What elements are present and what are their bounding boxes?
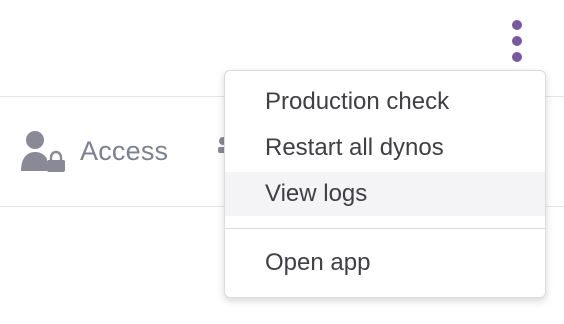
nav-item-access[interactable]: Access (18, 129, 168, 173)
user-lock-icon (21, 131, 65, 172)
more-options-dropdown: Production check Restart all dynos View … (224, 70, 546, 298)
menu-item-open-app[interactable]: Open app (225, 241, 545, 285)
nav-item-access-label: Access (80, 135, 169, 166)
menu-item-production-check[interactable]: Production check (225, 80, 545, 124)
vertical-ellipsis-icon (512, 20, 522, 30)
vertical-ellipsis-icon (512, 36, 522, 46)
menu-item-restart-all-dynos[interactable]: Restart all dynos (225, 126, 545, 170)
menu-divider (225, 228, 545, 229)
more-options-button[interactable] (506, 16, 528, 66)
menu-item-view-logs[interactable]: View logs (225, 172, 545, 216)
app-page: Access Production check Restart all dyno… (0, 0, 564, 324)
vertical-ellipsis-icon (512, 52, 522, 62)
